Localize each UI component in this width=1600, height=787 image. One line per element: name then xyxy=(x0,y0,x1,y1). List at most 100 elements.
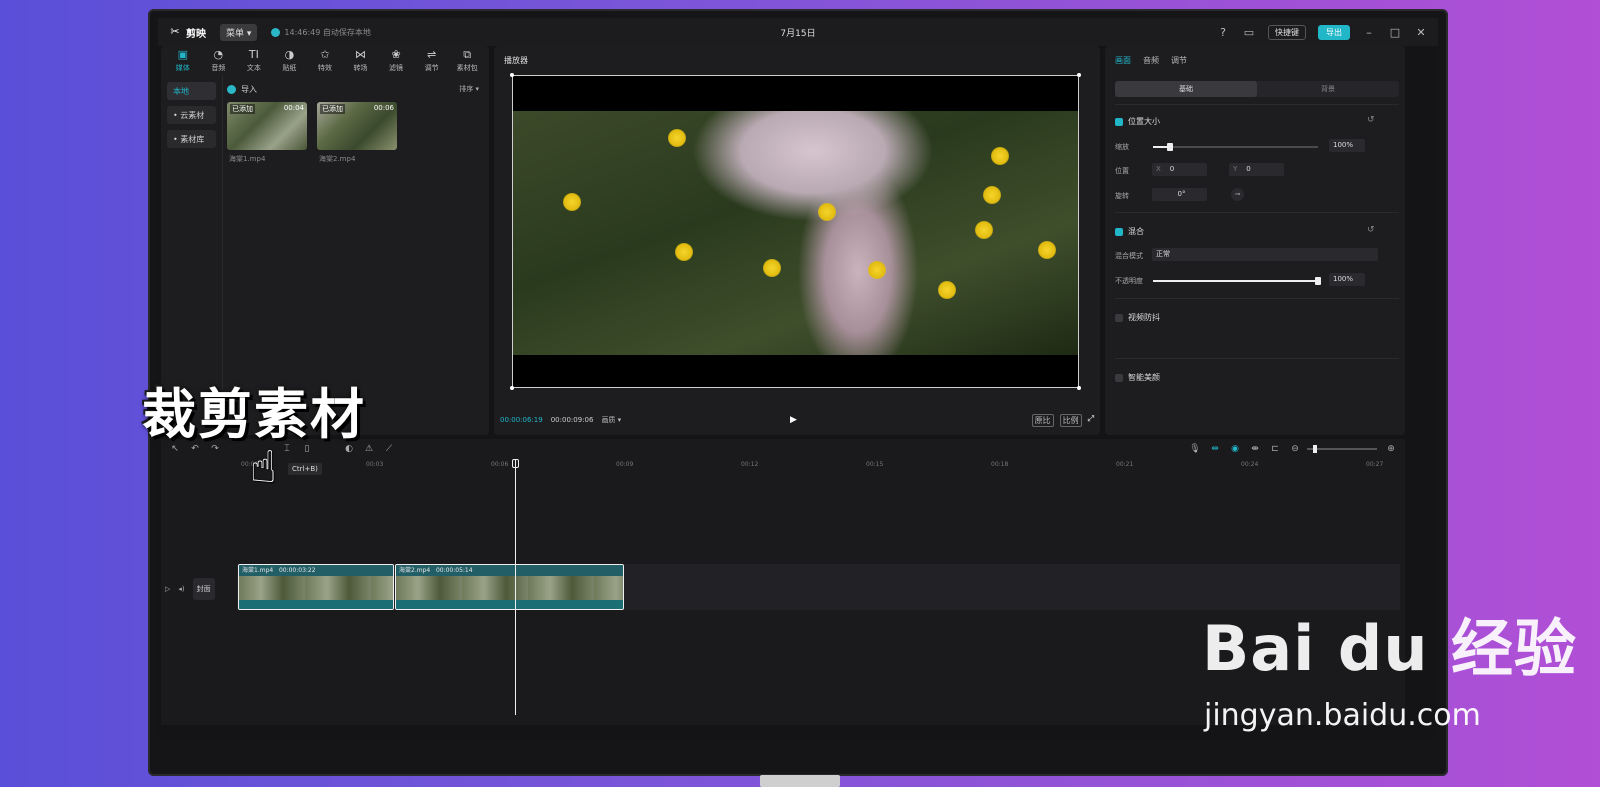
menu-button[interactable]: 菜单 ▾ xyxy=(220,23,258,41)
opacity-slider[interactable] xyxy=(1153,277,1321,285)
text-icon: TI xyxy=(248,48,259,61)
preview-axis-icon[interactable]: ◉ xyxy=(1229,444,1241,454)
clip-name: 海棠2.mp4 xyxy=(319,155,356,163)
mic-icon[interactable]: 🎙 xyxy=(1189,444,1201,454)
quality-dropdown[interactable]: 画质 ▾ xyxy=(601,415,621,425)
seg-background[interactable]: 背景 xyxy=(1257,81,1399,97)
nav-item-2[interactable]: • 素材库 xyxy=(167,130,216,148)
ruler-tick: 00:24 xyxy=(1241,461,1259,468)
blend-mode-select[interactable]: 正常 xyxy=(1152,248,1378,261)
x-input[interactable]: X 0 xyxy=(1152,163,1207,176)
sort-dropdown[interactable]: 排序 ▾ xyxy=(459,84,479,94)
tool-label: 滤镜 xyxy=(389,64,404,72)
ruler-tick: 00:09 xyxy=(616,461,634,468)
asset-toolbar: ▣ 媒体 ◔ 音频 TI 文本 ◑ 贴纸 ✩ 特效 ⋈ 转场 ❀ 滤镜 ⇌ 调节 ⧉ 素材包 xyxy=(161,46,489,76)
flower xyxy=(975,221,993,239)
close-icon[interactable]: ✕ xyxy=(1414,26,1428,39)
maximize-icon[interactable]: □ xyxy=(1388,26,1402,39)
tool-adjust[interactable]: ⇌ 调节 xyxy=(415,46,449,76)
minimize-icon[interactable]: – xyxy=(1362,26,1376,39)
stabilize-section[interactable]: 视频防抖 xyxy=(1115,312,1160,323)
scale-value[interactable]: 100% xyxy=(1329,139,1365,152)
ratio-button[interactable]: 比例 xyxy=(1059,413,1082,427)
play-icon[interactable]: ▶ xyxy=(790,415,797,425)
crop-handle[interactable] xyxy=(1077,73,1081,77)
added-badge: 已添加 xyxy=(320,104,345,114)
slider-knob[interactable] xyxy=(1166,143,1173,151)
beauty-section[interactable]: 智能美颜 xyxy=(1115,372,1160,383)
tool-label: 音频 xyxy=(211,64,226,72)
tool-label: 文本 xyxy=(246,64,261,72)
flower xyxy=(991,147,1009,165)
tool-audio[interactable]: ◔ 音频 xyxy=(201,46,235,76)
timeline-clip-1[interactable]: 海棠1.mp4 00:00:03:22 xyxy=(238,564,394,610)
crop-handle[interactable] xyxy=(1077,386,1081,390)
help-icon[interactable]: ? xyxy=(1216,26,1230,39)
media-clip-1[interactable]: 已添加 00:04 xyxy=(227,102,307,150)
tool-filter[interactable]: ❀ 滤镜 xyxy=(379,46,413,76)
slider-knob[interactable] xyxy=(1315,277,1321,285)
zoom-in-icon[interactable]: ⊕ xyxy=(1385,444,1397,454)
clip-audio-wave xyxy=(239,600,393,609)
checkbox-icon xyxy=(1115,373,1123,382)
fullscreen-icon[interactable]: ⤢ xyxy=(1088,414,1094,427)
divider xyxy=(1115,298,1399,299)
tab-picture[interactable]: 画面 xyxy=(1115,55,1131,66)
media-clip-2[interactable]: 已添加 00:06 xyxy=(317,102,397,150)
video-track-icon[interactable]: ▷ xyxy=(165,585,170,593)
cover-button[interactable]: 封面 xyxy=(192,578,215,600)
snap-icon[interactable]: ⇼ xyxy=(1249,444,1261,454)
rotate-dial-icon[interactable]: ⊸ xyxy=(1231,188,1244,201)
link-icon[interactable]: ⇹ xyxy=(1209,444,1221,454)
import-button[interactable]: 导入 xyxy=(227,80,487,98)
timeline-clip-2[interactable]: 海棠2.mp4 00:00:05:14 xyxy=(395,564,624,610)
y-input[interactable]: Y 0 xyxy=(1229,163,1284,176)
player-panel: 播放器 00:00:06:19 00:00:09:06 画质 ▾ ▶ 原比 比例… xyxy=(494,46,1100,435)
tool-transition[interactable]: ⋈ 转场 xyxy=(344,46,378,76)
hand-cursor-icon: ☝ xyxy=(250,442,277,493)
export-button[interactable]: 导出 xyxy=(1318,24,1350,40)
marker-icon[interactable]: ⊏ xyxy=(1269,444,1281,454)
clip-duration: 00:06 xyxy=(373,104,394,112)
flower xyxy=(818,203,836,221)
mute-icon[interactable]: ◂) xyxy=(178,585,184,593)
zoom-knob[interactable] xyxy=(1313,445,1317,453)
original-button[interactable]: 原比 xyxy=(1031,413,1054,427)
preview-canvas[interactable] xyxy=(510,73,1081,390)
reset-icon[interactable]: ↺ xyxy=(1367,115,1375,125)
tool-package[interactable]: ⧉ 素材包 xyxy=(450,46,484,76)
crop-handle[interactable] xyxy=(510,73,514,77)
clip-audio-wave xyxy=(396,600,623,609)
crop-icon[interactable]: ⟋ xyxy=(383,444,395,454)
tool-label: 特效 xyxy=(317,64,332,72)
nav-item-0[interactable]: 本地 xyxy=(167,82,216,100)
position-size-section[interactable]: 位置大小 xyxy=(1115,116,1160,127)
effects-icon: ✩ xyxy=(320,48,330,61)
time-ruler[interactable]: 00:00 00:03 00:06 00:09 00:12 00:15 00:18 00:21… xyxy=(241,459,1405,471)
tool-sticker[interactable]: ◑ 贴纸 xyxy=(272,46,306,76)
checkbox-icon xyxy=(1115,313,1123,322)
logo-icon: ✂ xyxy=(170,25,180,38)
zoom-slider[interactable] xyxy=(1307,445,1377,453)
scale-slider[interactable] xyxy=(1153,143,1318,151)
shortcut-button[interactable]: 快捷键 xyxy=(1268,24,1306,40)
blend-section[interactable]: 混合 xyxy=(1115,226,1144,237)
tool-effects[interactable]: ✩ 特效 xyxy=(308,46,342,76)
tool-text[interactable]: TI 文本 xyxy=(237,46,271,76)
seg-basic[interactable]: 基础 xyxy=(1115,81,1257,97)
crop-handle[interactable] xyxy=(510,386,514,390)
title-bar: ✂ 剪映 菜单 ▾ 14:46:49 自动保存本地 7月15日 ? ▭ 快捷键 导… xyxy=(158,18,1438,46)
checkbox-icon xyxy=(1115,227,1123,236)
layout-icon[interactable]: ▭ xyxy=(1242,26,1256,39)
reset-icon[interactable]: ↺ xyxy=(1367,225,1375,235)
opacity-value[interactable]: 100% xyxy=(1329,273,1365,286)
nav-item-1[interactable]: • 云素材 xyxy=(167,106,216,124)
audio-icon: ◔ xyxy=(213,48,224,61)
tab-adjust[interactable]: 调节 xyxy=(1171,55,1187,66)
zoom-out-icon[interactable]: ⊖ xyxy=(1289,444,1301,454)
playhead[interactable] xyxy=(515,460,516,715)
tab-audio[interactable]: 音频 xyxy=(1143,55,1159,66)
tool-media[interactable]: ▣ 媒体 xyxy=(166,46,200,76)
rotate-input[interactable]: 0° xyxy=(1152,188,1207,201)
flower xyxy=(675,243,693,261)
